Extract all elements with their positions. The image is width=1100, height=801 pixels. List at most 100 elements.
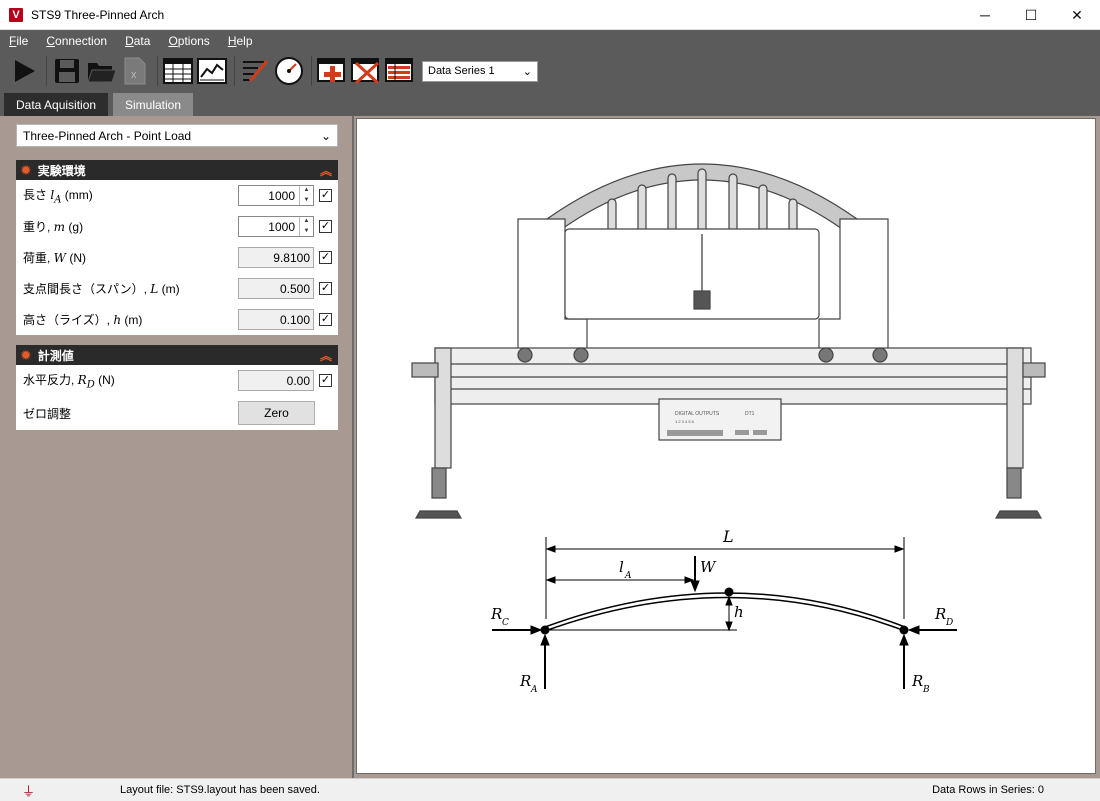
measurement-section-title: 計測値 [37, 348, 74, 363]
setup-row-span: 支点間長さ（スパン）, L (m) 0.500 ✓ [16, 273, 338, 304]
play-icon [15, 60, 35, 82]
length-spinner[interactable]: ▲ ▼ [299, 186, 313, 205]
label-RD: R [934, 605, 946, 623]
delete-row-icon [351, 58, 380, 85]
save-icon [55, 59, 79, 83]
experiment-mode-value: Three-Pinned Arch - Point Load [23, 128, 192, 143]
apparatus-illustration [411, 163, 1046, 519]
daq-label: DIGITAL OUTPUTS [675, 411, 720, 417]
tab-data-acquisition[interactable]: Data Aquisition [4, 93, 109, 116]
measurement-row-reaction: 水平反力, RD (N) 0.00 ✓ [16, 365, 338, 396]
label-lA-sub: A [624, 571, 632, 581]
rise-value: 0.100 [238, 309, 314, 330]
tab-simulation[interactable]: Simulation [113, 93, 194, 116]
edit-sensor-button[interactable] [239, 55, 271, 87]
tab-strip: Data Aquisition Simulation [0, 90, 1100, 116]
mass-input[interactable]: 1000 ▲ ▼ [238, 216, 314, 237]
load-label: 荷重, W (N) [23, 251, 87, 265]
app-logo-icon: V [9, 7, 23, 22]
edit-sensor-icon [243, 60, 269, 82]
zero-button[interactable]: Zero [238, 401, 315, 425]
clear-table-icon [385, 58, 413, 82]
experiment-mode-select[interactable]: Three-Pinned Arch - Point Load ⌄ [16, 124, 338, 147]
measurement-section: ✹ 計測値 ︽ 水平反力, RD (N) 0.00 ✓ ゼロ調整 Zero [16, 345, 338, 430]
setup-row-mass: 重り, m (g) 1000 ▲ ▼ ✓ [16, 211, 338, 242]
toolbar-separator [46, 56, 47, 86]
chevron-down-icon: ⌄ [320, 128, 331, 143]
open-folder-icon [87, 63, 116, 83]
menu-help[interactable]: Help [228, 34, 253, 48]
gauge-button[interactable] [273, 55, 305, 87]
export-excel-icon: x [124, 57, 146, 85]
setup-row-length: 長さ lA (mm) 1000 ▲ ▼ ✓ [16, 180, 338, 211]
setup-section: ✹ 実験環境 ︽ 長さ lA (mm) 1000 ▲ ▼ ✓ 重り, m (g) … [16, 160, 338, 335]
label-RC: R [490, 605, 502, 623]
reaction-label: 水平反力, RD (N) [23, 372, 115, 391]
play-button[interactable] [8, 55, 40, 87]
setup-section-header[interactable]: ✹ 実験環境 ︽ [16, 160, 338, 180]
length-checkbox[interactable]: ✓ [319, 189, 332, 202]
title-bar: V STS9 Three-Pinned Arch ─ ☐ ✕ [0, 0, 1100, 30]
label-W: W [700, 558, 717, 576]
span-label: 支点間長さ（スパン）, L (m) [23, 282, 180, 296]
menu-bar: File Connection Data Options Help [0, 30, 1100, 52]
collapse-icon[interactable]: ︽ [320, 162, 332, 179]
label-h: h [734, 603, 744, 621]
load-checkbox[interactable]: ✓ [319, 251, 332, 264]
window-controls: ─ ☐ ✕ [962, 0, 1100, 30]
setup-row-rise: 高さ（ライズ）, h (m) 0.100 ✓ [16, 304, 338, 335]
apparatus-diagram: DIGITAL OUTPUTS 1 2 3 4 5 6 DT1 L l A W … [411, 163, 1046, 695]
mass-spinner[interactable]: ▲ ▼ [299, 217, 313, 236]
measurement-section-header[interactable]: ✹ 計測値 ︽ [16, 345, 338, 365]
setup-section-title: 実験環境 [37, 163, 86, 178]
data-series-select[interactable]: Data Series 1 ⌄ [422, 60, 538, 82]
toolbar-separator [157, 56, 158, 86]
gear-icon: ✹ [20, 161, 32, 178]
maximize-button[interactable]: ☐ [1008, 0, 1054, 30]
arch-schematic [492, 537, 957, 689]
chart-view-button[interactable] [196, 55, 228, 87]
mass-checkbox[interactable]: ✓ [319, 220, 332, 233]
data-rows-count: Data Rows in Series: 0 [932, 784, 1044, 796]
daq-model: DT1 [745, 411, 755, 417]
table-view-icon [163, 58, 193, 84]
minimize-button[interactable]: ─ [962, 0, 1008, 30]
status-bar: ⏚ Layout file: STS9.layout has been save… [0, 778, 1100, 801]
close-button[interactable]: ✕ [1054, 0, 1100, 30]
clear-table-button[interactable] [384, 55, 416, 87]
mass-label: 重り, m (g) [23, 220, 84, 234]
label-RA: R [519, 672, 531, 690]
left-panel: Three-Pinned Arch - Point Load ⌄ ✹ 実験環境 … [0, 116, 352, 778]
gear-icon: ✹ [20, 346, 32, 363]
label-RB-sub: B [922, 685, 930, 695]
load-value: 9.8100 [238, 247, 314, 268]
label-RD-sub: D [945, 618, 953, 628]
menu-options[interactable]: Options [168, 34, 209, 48]
rise-label: 高さ（ライズ）, h (m) [23, 313, 143, 327]
export-excel-button[interactable]: x [119, 55, 151, 87]
label-RA-sub: A [530, 685, 538, 695]
add-row-icon [317, 58, 345, 82]
rise-checkbox[interactable]: ✓ [319, 313, 332, 326]
menu-data[interactable]: Data [125, 34, 150, 48]
menu-connection[interactable]: Connection [46, 34, 107, 48]
save-button[interactable] [51, 55, 83, 87]
open-button[interactable] [85, 55, 117, 87]
add-row-button[interactable] [316, 55, 348, 87]
table-view-button[interactable] [162, 55, 194, 87]
daq-channels: 1 2 3 4 5 6 [675, 419, 695, 424]
length-label: 長さ lA (mm) [23, 187, 93, 206]
diagram-canvas: DIGITAL OUTPUTS 1 2 3 4 5 6 DT1 L l A W … [356, 118, 1096, 774]
span-checkbox[interactable]: ✓ [319, 282, 332, 295]
collapse-icon[interactable]: ︽ [320, 347, 332, 364]
menu-file[interactable]: File [9, 34, 28, 48]
window-title: STS9 Three-Pinned Arch [31, 7, 165, 22]
chart-view-icon [197, 58, 227, 84]
measurement-row-zero: ゼロ調整 Zero [16, 396, 338, 430]
span-value: 0.500 [238, 278, 314, 299]
length-input[interactable]: 1000 ▲ ▼ [238, 185, 314, 206]
delete-row-button[interactable] [350, 55, 382, 87]
reaction-checkbox[interactable]: ✓ [319, 374, 332, 387]
svg-text:x: x [131, 69, 137, 81]
toolbar-separator [234, 56, 235, 86]
